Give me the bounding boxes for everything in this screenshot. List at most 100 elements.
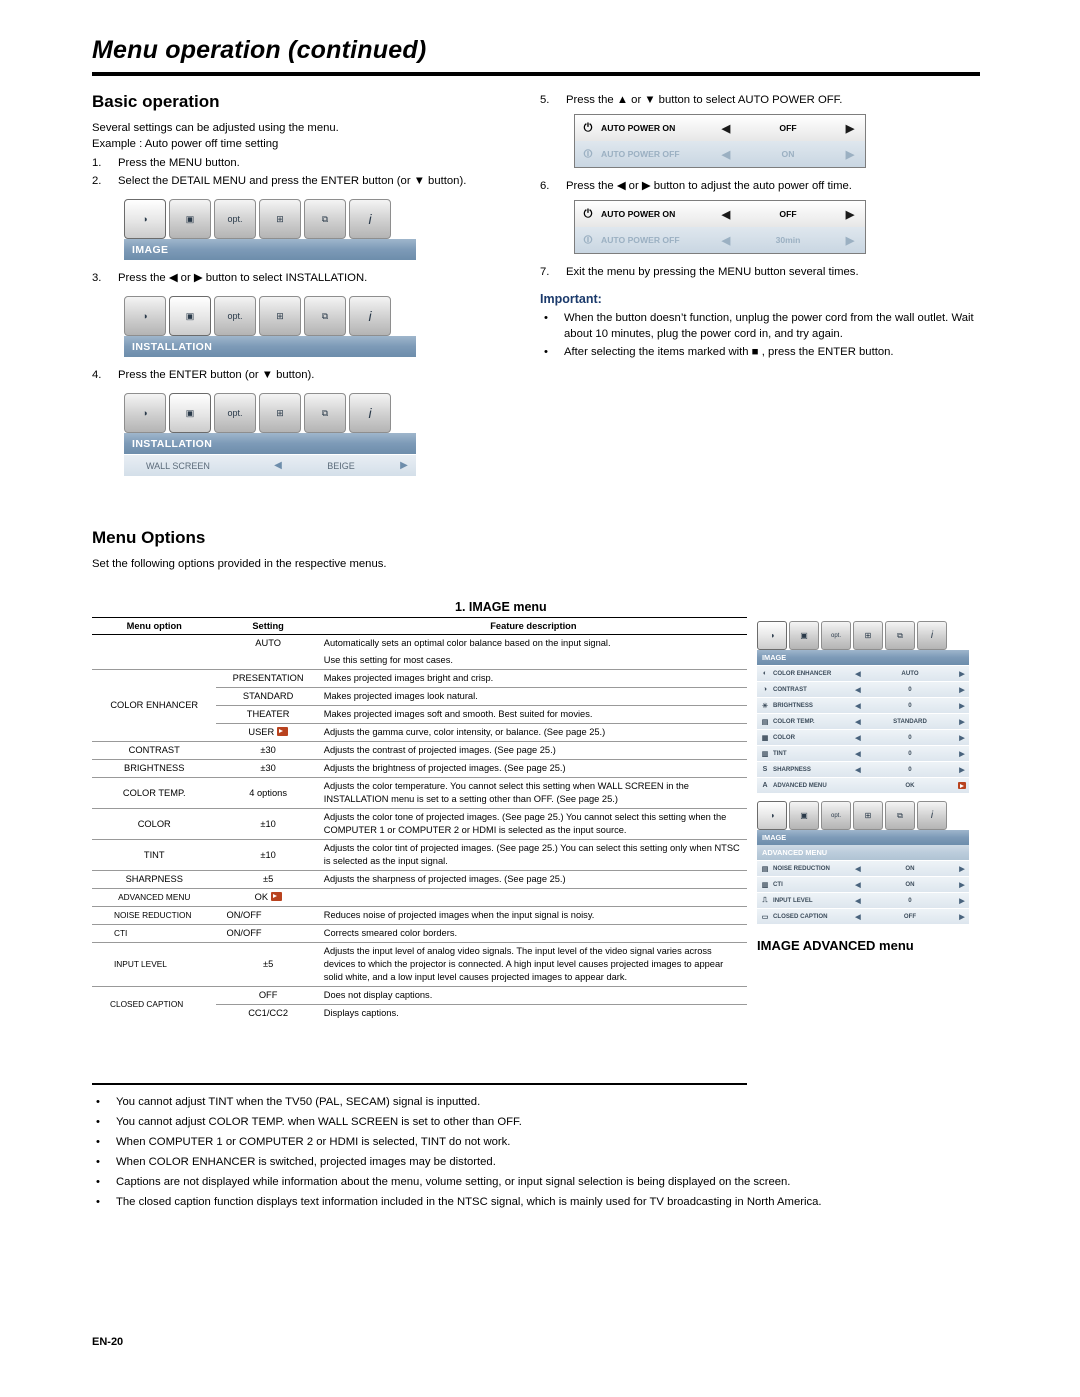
option-icon[interactable]: opt.: [214, 393, 256, 433]
right-arrow-icon[interactable]: ▶: [955, 881, 969, 889]
left-arrow-icon[interactable]: ◀: [711, 208, 741, 221]
osd-row-brightness[interactable]: ☀ BRIGHTNESS ◀ 0 ▶: [757, 697, 969, 713]
osd-row-color[interactable]: ▦ COLOR ◀ 0 ▶: [757, 729, 969, 745]
right-arrow-icon[interactable]: ▶: [955, 897, 969, 905]
right-arrow-icon[interactable]: ▶: [955, 750, 969, 758]
option-icon[interactable]: opt.: [821, 801, 851, 830]
information-icon[interactable]: i: [917, 801, 947, 830]
list-item: • The closed caption function displays te…: [92, 1192, 982, 1212]
osd-row-value: AUTO: [901, 670, 919, 677]
feature-icon[interactable]: ⊞: [853, 801, 883, 830]
osd-row-label: WALL SCREEN: [146, 460, 210, 471]
option-icon[interactable]: opt.: [214, 296, 256, 336]
basic-step-5: 5. Press the ▲ or ▼ button to select AUTO…: [540, 92, 980, 108]
osd-row-closed-caption[interactable]: ▭ CLOSED CAPTION ◀ OFF ▶: [757, 908, 969, 924]
information-icon[interactable]: i: [917, 621, 947, 650]
left-arrow-icon[interactable]: ◀: [851, 670, 865, 678]
left-arrow-icon[interactable]: ◀: [266, 460, 290, 471]
left-arrow-icon[interactable]: ◀: [711, 234, 741, 247]
left-arrow-icon[interactable]: ◀: [851, 881, 865, 889]
right-arrow-icon[interactable]: ▶: [835, 148, 865, 161]
left-arrow-icon[interactable]: ◀: [851, 734, 865, 742]
signal-icon[interactable]: ⧉: [885, 621, 915, 650]
feature-icon[interactable]: ⊞: [259, 296, 301, 336]
right-arrow-icon[interactable]: ▶: [835, 234, 865, 247]
right-arrow-icon[interactable]: ▶: [835, 208, 865, 221]
osd-row-cti[interactable]: ▥ CTI ◀ ON ▶: [757, 876, 969, 892]
osd-row-sharpness[interactable]: S SHARPNESS ◀ 0 ▶: [757, 761, 969, 777]
osd-row-input-level[interactable]: ⎍ INPUT LEVEL ◀ 0 ▶: [757, 892, 969, 908]
auto-power-off-row[interactable]: ⏼ AUTO POWER OFF ◀ 30min ▶: [575, 227, 865, 253]
auto-power-off-row[interactable]: ⏼ AUTO POWER OFF ◀ ON ▶: [575, 141, 865, 167]
left-arrow-icon[interactable]: ◀: [851, 766, 865, 774]
feature-icon[interactable]: ⊞: [853, 621, 883, 650]
left-arrow-icon[interactable]: ◀: [711, 148, 741, 161]
right-arrow-icon[interactable]: ▶: [955, 865, 969, 873]
osd-row-label: TINT: [773, 750, 787, 757]
right-arrow-icon[interactable]: ▶: [955, 913, 969, 921]
information-icon[interactable]: i: [349, 199, 391, 239]
signal-icon[interactable]: ⧉: [304, 296, 346, 336]
left-arrow-icon[interactable]: ◀: [711, 122, 741, 135]
installation-icon[interactable]: ▣: [789, 801, 819, 830]
osd-row-contrast[interactable]: ◑ CONTRAST ◀ 0 ▶: [757, 681, 969, 697]
osd-row-noise-reduction[interactable]: ▤ NOISE REDUCTION ◀ ON ▶: [757, 860, 969, 876]
option-icon[interactable]: opt.: [214, 199, 256, 239]
feature-icon[interactable]: ⊞: [259, 393, 301, 433]
osd-row-advanced-menu[interactable]: A ADVANCED MENU OK: [757, 777, 969, 793]
cell-setting: STANDARD: [216, 687, 320, 706]
left-arrow-icon[interactable]: ◀: [851, 750, 865, 758]
signal-icon[interactable]: ⧉: [304, 199, 346, 239]
right-arrow-icon[interactable]: ▶: [955, 686, 969, 694]
left-arrow-icon[interactable]: ◀: [851, 702, 865, 710]
auto-power-on-row[interactable]: ⏻ AUTO POWER ON ◀ OFF ▶: [575, 201, 865, 227]
left-arrow-icon[interactable]: ◀: [851, 718, 865, 726]
auto-power-on-row[interactable]: ⏻ AUTO POWER ON ◀ OFF ▶: [575, 115, 865, 141]
left-arrow-icon[interactable]: ◀: [851, 897, 865, 905]
table-row: SHARPNESS ±5 Adjusts the sharpness of pr…: [92, 870, 747, 889]
osd-row-tint[interactable]: ▥ TINT ◀ 0 ▶: [757, 745, 969, 761]
important-list: • When the button doesn’t function, unplu…: [540, 310, 980, 360]
installation-icon[interactable]: ▣: [789, 621, 819, 650]
right-arrow-icon[interactable]: ▶: [955, 734, 969, 742]
th-menu-option: Menu option: [92, 617, 217, 635]
left-arrow-icon[interactable]: ◀: [851, 686, 865, 694]
title-divider: [92, 72, 980, 76]
right-arrow-icon[interactable]: ▶: [392, 460, 416, 471]
cell-desc: Adjusts the input level of analog video …: [319, 942, 747, 987]
right-arrow-icon[interactable]: ▶: [955, 702, 969, 710]
information-icon[interactable]: i: [349, 296, 391, 336]
auto-power-off-value: ON: [781, 149, 795, 159]
information-icon[interactable]: i: [349, 393, 391, 433]
osd-row-wall-screen[interactable]: WALL SCREEN ◀ BEIGE ▶: [124, 454, 416, 476]
cell-option: CLOSED CAPTION: [110, 999, 184, 1009]
image-menu-table-wrap: Menu option Setting Feature description …: [92, 617, 747, 1022]
osd-row-color-temp[interactable]: ▤ COLOR TEMP. ◀ STANDARD ▶: [757, 713, 969, 729]
left-arrow-icon[interactable]: ◀: [851, 913, 865, 921]
installation-icon[interactable]: ▣: [169, 296, 211, 336]
cell-option: [92, 652, 217, 670]
option-icon[interactable]: opt.: [821, 621, 851, 650]
image-icon[interactable]: ◑: [124, 296, 166, 336]
image-icon[interactable]: ◑: [757, 621, 787, 650]
right-arrow-icon[interactable]: ▶: [835, 122, 865, 135]
installation-icon[interactable]: ▣: [169, 199, 211, 239]
right-arrow-icon[interactable]: ▶: [955, 718, 969, 726]
image-icon[interactable]: ◑: [757, 801, 787, 830]
th-setting: Setting: [216, 617, 320, 635]
signal-icon[interactable]: ⧉: [885, 801, 915, 830]
right-arrow-icon[interactable]: ▶: [955, 670, 969, 678]
left-arrow-icon[interactable]: ◀: [851, 865, 865, 873]
signal-icon[interactable]: ⧉: [304, 393, 346, 433]
osd-row-color-enhancer[interactable]: ◐ COLOR ENHANCER ◀ AUTO ▶: [757, 665, 969, 681]
right-arrow-icon[interactable]: ▶: [955, 766, 969, 774]
image-icon[interactable]: ◑: [124, 393, 166, 433]
installation-icon[interactable]: ▣: [169, 393, 211, 433]
list-item: • After selecting the items marked with ■…: [540, 344, 980, 360]
step-text: Exit the menu by pressing the MENU butto…: [566, 266, 859, 278]
image-icon[interactable]: ◑: [124, 199, 166, 239]
osd-row-value: ON: [905, 865, 915, 872]
cell-option: TINT: [92, 839, 217, 871]
osd-row-value: 0: [908, 702, 912, 709]
feature-icon[interactable]: ⊞: [259, 199, 301, 239]
